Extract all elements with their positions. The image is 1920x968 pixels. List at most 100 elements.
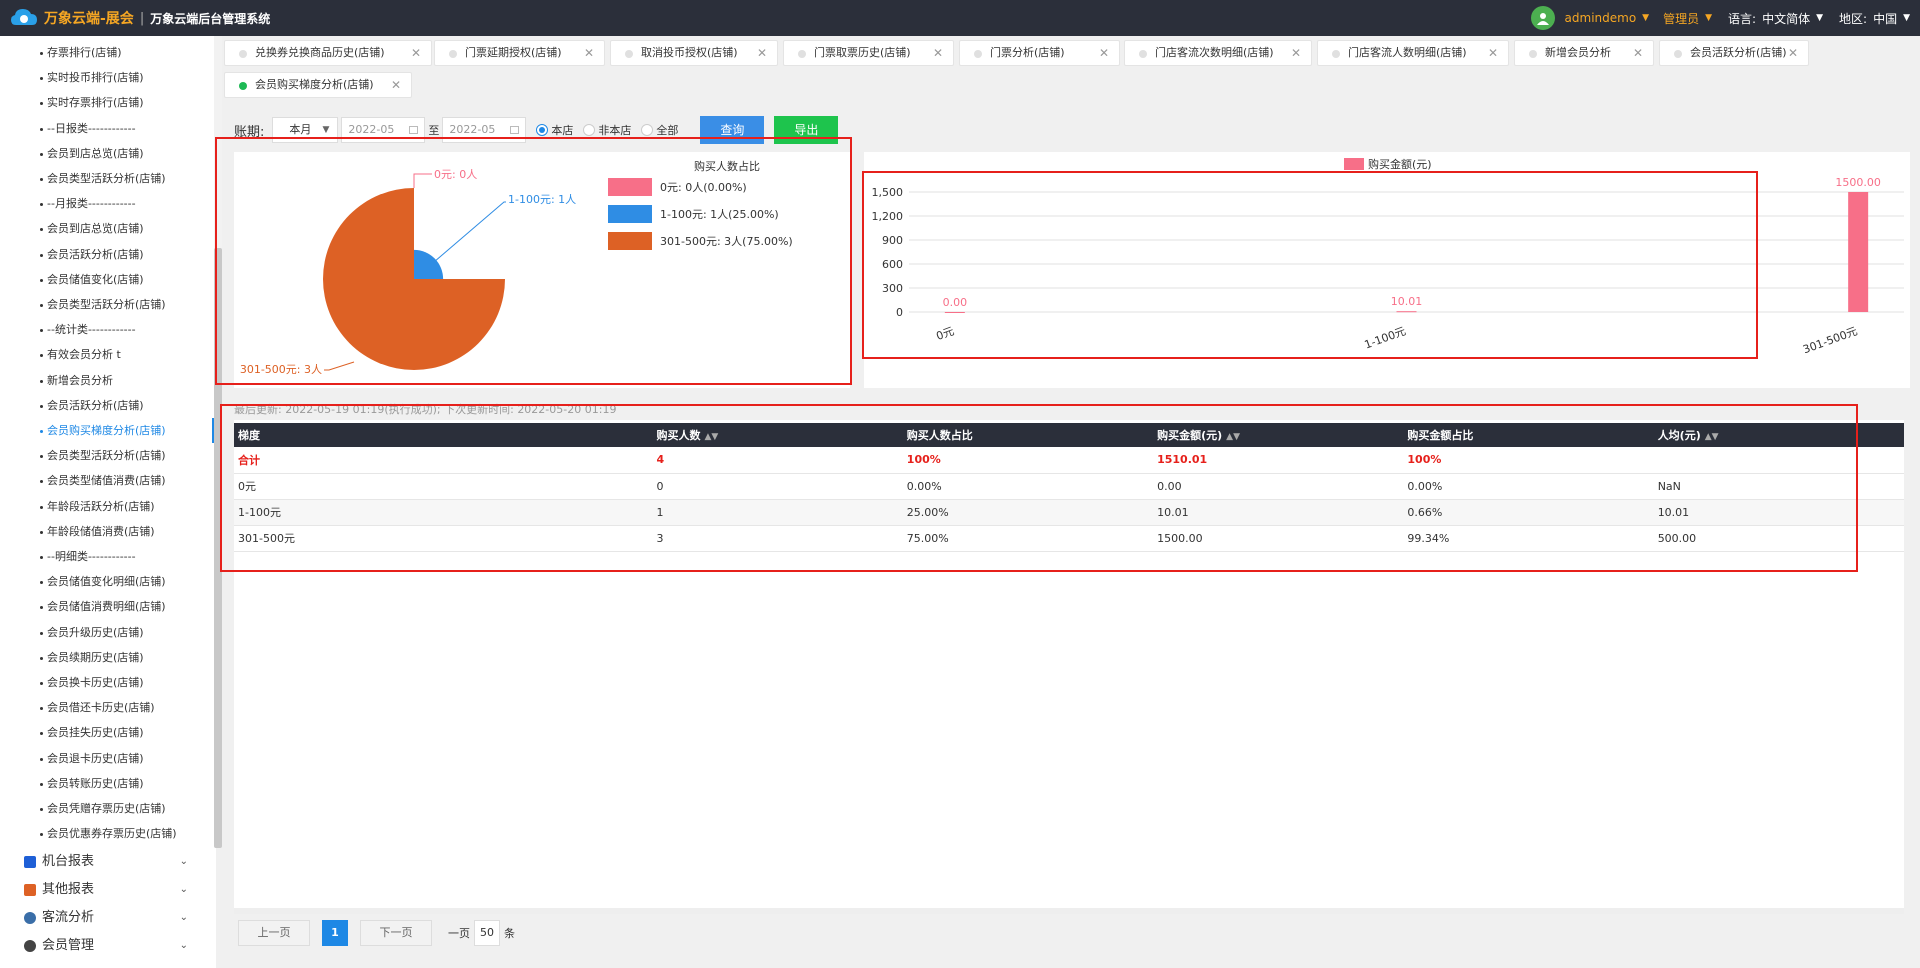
next-page-button[interactable]: 下一页 (360, 920, 432, 946)
sidebar-item[interactable]: 有效会员分析 t (0, 342, 214, 367)
close-icon[interactable]: ✕ (757, 41, 767, 65)
close-icon[interactable]: ✕ (1291, 41, 1301, 65)
sidebar-item[interactable]: 新增会员分析 (0, 368, 214, 393)
sidebar-item[interactable]: --月报类------------ (0, 191, 214, 216)
sidebar-group[interactable]: 客流分析 ⌄ (0, 904, 214, 932)
tab[interactable]: 门票延期授权(店铺) ✕ (434, 40, 605, 66)
sidebar-item[interactable]: 会员借还卡历史(店铺) (0, 695, 214, 720)
close-icon[interactable]: ✕ (933, 41, 943, 65)
table-horizontal-scrollbar[interactable] (234, 908, 1904, 914)
user-menu[interactable]: admindemo (1565, 11, 1637, 25)
sidebar-item[interactable]: 实时存票排行(店铺) (0, 90, 214, 115)
sidebar-item[interactable]: 会员优惠券存票历史(店铺) (0, 821, 214, 846)
sidebar-item[interactable]: 会员储值变化明细(店铺) (0, 569, 214, 594)
radio-label: 非本店 (598, 124, 632, 137)
radio-circle[interactable] (641, 124, 654, 136)
sidebar-item[interactable]: 会员储值消费明细(店铺) (0, 594, 214, 619)
sidebar-item[interactable]: 年龄段储值消费(店铺) (0, 519, 214, 544)
sidebar-item[interactable]: --统计类------------ (0, 317, 214, 342)
sidebar-group[interactable]: 其他报表 ⌄ (0, 876, 214, 904)
radio-other-store[interactable]: 非本店 (583, 122, 631, 138)
chevron-down-icon[interactable]: ▼ (1705, 13, 1712, 23)
prev-page-button[interactable]: 上一页 (238, 920, 310, 946)
role-menu[interactable]: 管理员 (1663, 10, 1699, 27)
radio-this-store[interactable]: 本店 (536, 122, 573, 138)
logo[interactable]: 万象云端-展会 | 万象云端后台管理系统 (0, 0, 270, 36)
sidebar-item[interactable]: 会员储值变化(店铺) (0, 267, 214, 292)
bullet-icon (40, 430, 43, 433)
sidebar-item-label: 会员活跃分析(店铺) (47, 398, 144, 412)
sidebar-item[interactable]: 会员凭赠存票历史(店铺) (0, 796, 214, 821)
sidebar-item[interactable]: 年龄段活跃分析(店铺) (0, 494, 214, 519)
tab[interactable]: 新增会员分析 ✕ (1514, 40, 1654, 66)
sidebar-item[interactable]: 会员类型储值消费(店铺) (0, 468, 214, 493)
region-select[interactable]: 中国 (1873, 10, 1897, 27)
sidebar-item[interactable]: 会员到店总览(店铺) (0, 216, 214, 241)
sidebar-item[interactable]: 会员续期历史(店铺) (0, 645, 214, 670)
sidebar-item[interactable]: 会员转账历史(店铺) (0, 771, 214, 796)
sidebar-item-label: 会员升级历史(店铺) (47, 625, 144, 639)
pagination: 上一页 1 下一页 一页 50 条 (238, 920, 515, 946)
sidebar-item[interactable]: 会员类型活跃分析(店铺) (0, 443, 214, 468)
chevron-down-icon[interactable]: ⌄ (180, 848, 188, 876)
sidebar-item[interactable]: 会员类型活跃分析(店铺) (0, 292, 214, 317)
sidebar-item[interactable]: --明细类------------ (0, 544, 214, 569)
radio-circle[interactable] (583, 124, 596, 136)
sidebar-item-label: 年龄段活跃分析(店铺) (47, 499, 155, 513)
sidebar-item[interactable]: --日报类------------ (0, 116, 214, 141)
sidebar-item[interactable]: 会员退卡历史(店铺) (0, 746, 214, 771)
close-icon[interactable]: ✕ (411, 41, 421, 65)
close-icon[interactable]: ✕ (1099, 41, 1109, 65)
sidebar-item[interactable]: 会员升级历史(店铺) (0, 620, 214, 645)
chevron-down-icon[interactable]: ▼ (1816, 13, 1823, 23)
bullet-icon (40, 581, 43, 585)
page-number[interactable]: 1 (322, 920, 348, 946)
close-icon[interactable]: ✕ (1488, 41, 1498, 65)
radio-circle[interactable] (536, 124, 549, 136)
member-manage-icon (24, 940, 36, 952)
tab-dot-icon (239, 50, 247, 58)
page-size-input[interactable]: 50 (474, 920, 500, 946)
close-icon[interactable]: ✕ (1788, 41, 1798, 65)
language-select[interactable]: 中文简体 (1762, 10, 1810, 27)
page-size-unit: 条 (504, 927, 515, 940)
tab[interactable]: 兑换券兑换商品历史(店铺) ✕ (224, 40, 432, 66)
tab[interactable]: 会员活跃分析(店铺) ✕ (1659, 40, 1809, 66)
sidebar-item[interactable]: 会员换卡历史(店铺) (0, 670, 214, 695)
close-icon[interactable]: ✕ (1633, 41, 1643, 65)
sidebar-item-label: 会员储值消费明细(店铺) (47, 600, 166, 614)
sidebar-item-label: --统计类------------ (47, 323, 136, 337)
chevron-down-icon[interactable]: ▼ (1642, 13, 1649, 23)
tab[interactable]: 门票取票历史(店铺) ✕ (783, 40, 954, 66)
tab[interactable]: 门店客流人数明细(店铺) ✕ (1317, 40, 1509, 66)
start-date-value: 2022-05 (348, 123, 395, 136)
chevron-down-icon[interactable]: ▼ (1903, 13, 1910, 23)
tab-bar: 兑换券兑换商品历史(店铺) ✕ 门票延期授权(店铺) ✕ 取消投币授权(店铺) ✕ 门票取票… (224, 40, 1920, 102)
sidebar-item[interactable]: 实时投币排行(店铺) (0, 65, 214, 90)
chevron-down-icon[interactable]: ⌄ (180, 932, 188, 960)
sidebar-group[interactable]: 机台报表 ⌄ (0, 848, 214, 876)
x-tick-label: 301-500元 (1801, 325, 1859, 357)
sidebar-item[interactable]: 存票排行(店铺) (0, 40, 214, 65)
sidebar-item-label: 会员借还卡历史(店铺) (47, 701, 155, 715)
chevron-down-icon[interactable]: ⌄ (180, 876, 188, 904)
close-icon[interactable]: ✕ (391, 73, 401, 97)
bar[interactable] (1848, 192, 1869, 312)
sidebar-item[interactable]: 会员活跃分析(店铺) (0, 242, 214, 267)
sidebar-item-label: --明细类------------ (47, 550, 136, 563)
sidebar-item[interactable]: 会员活跃分析(店铺) (0, 393, 214, 418)
close-icon[interactable]: ✕ (584, 41, 594, 65)
tab[interactable]: 取消投币授权(店铺) ✕ (610, 40, 778, 66)
sidebar-item[interactable]: 会员类型活跃分析(店铺) (0, 166, 214, 191)
sidebar-item-label: 会员换卡历史(店铺) (47, 676, 144, 689)
chevron-down-icon[interactable]: ⌄ (180, 904, 188, 932)
tab[interactable]: 门店客流次数明细(店铺) ✕ (1124, 40, 1312, 66)
sidebar-item[interactable]: 会员购买梯度分析(店铺) (0, 418, 214, 443)
avatar[interactable] (1530, 6, 1555, 30)
sidebar-group[interactable]: 会员管理 ⌄ (0, 932, 214, 960)
tab[interactable]: 会员购买梯度分析(店铺) ✕ (224, 72, 412, 98)
tab[interactable]: 门票分析(店铺) ✕ (959, 40, 1120, 66)
sidebar-item[interactable]: 会员挂失历史(店铺) (0, 720, 214, 745)
sidebar-item[interactable]: 会员到店总览(店铺) (0, 141, 214, 166)
radio-all[interactable]: 全部 (641, 122, 678, 138)
